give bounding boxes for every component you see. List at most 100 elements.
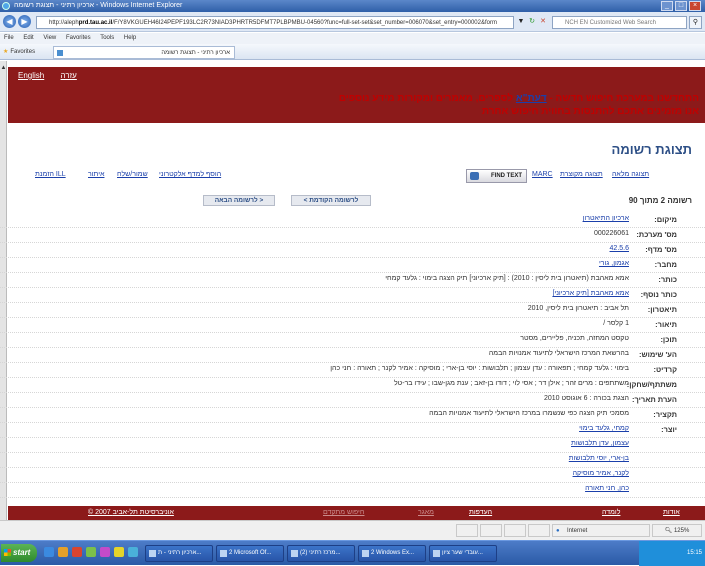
next-record-button[interactable]: לרשומה הבאה > <box>203 195 275 206</box>
app-quicklaunch-icon[interactable] <box>86 547 96 557</box>
status-cell <box>528 524 550 537</box>
record-field-label: כותר: <box>658 275 677 284</box>
announcement: התחדשנו במערכת חיפוש חדשה - דעת"א לספרים… <box>139 92 699 118</box>
app-quicklaunch-icon[interactable] <box>72 547 82 557</box>
copyright: © 2007 אוניברסיטת תל-אביב <box>88 509 174 516</box>
record-field-link[interactable]: קמחי, גלעד בימוי <box>579 425 629 432</box>
app-quicklaunch-icon[interactable] <box>100 547 110 557</box>
zoom-level: 125% <box>673 528 690 534</box>
taskbar-item[interactable]: (2) מרכז רתיני... <box>287 545 355 562</box>
window-titlebar: ארכיון רתיני - תצוגת רשומה - Windows Int… <box>0 0 705 12</box>
web-search-input[interactable]: NCH EN Customized Web Search <box>552 16 687 29</box>
record-field-link[interactable]: ארכיון התיאטרון <box>583 215 629 222</box>
record-row: כהן, חני תאורה <box>0 481 705 498</box>
record-field-link[interactable]: אמא מאהבת [תיק ארכיוני] <box>552 290 629 297</box>
maximize-button[interactable]: □ <box>675 1 687 11</box>
prev-record-button[interactable]: < לרשומה הקודמת <box>291 195 371 206</box>
page-content: ▲ English עזרה התחדשנו במערכת חיפוש חדשה… <box>0 61 705 520</box>
record-field-label: מחבר: <box>654 260 677 269</box>
find-text-button[interactable]: FIND TEXT <box>466 169 527 183</box>
back-icon[interactable]: ◀ <box>3 15 16 28</box>
status-cell <box>456 524 478 537</box>
record-field-value: מסמכי תיק הצגה כפי שנשמרו במרכז הישראלי … <box>429 410 629 417</box>
zoom-icon: 🔍︎ <box>664 528 673 534</box>
taskbar-item[interactable]: 2 Windows Ex... <box>358 545 426 562</box>
menu-help[interactable]: Help <box>124 35 136 41</box>
record-field-label: מס' מדף: <box>645 245 677 254</box>
record-field-label: תיאור: <box>655 320 677 329</box>
record-field-link[interactable]: 42.5.6 <box>610 245 629 252</box>
save-mail-link[interactable]: שמור/שלח <box>117 171 148 178</box>
footer-about[interactable]: אודות <box>663 506 680 520</box>
globe-icon: ● <box>556 528 560 534</box>
zone-indicator[interactable]: ● Internet <box>552 524 650 537</box>
app-quicklaunch-icon[interactable] <box>128 547 138 557</box>
ie-quicklaunch-icon[interactable] <box>44 547 54 557</box>
record-field-link[interactable]: לקנר, אמיר מוסיקה <box>573 470 629 477</box>
record-field-label: תיאטרון: <box>647 305 677 314</box>
record-field-label: תוכן: <box>660 335 677 344</box>
clock[interactable]: 15:15 <box>687 550 702 556</box>
menu-favorites[interactable]: Favorites <box>66 35 91 41</box>
record-toolbar: הזמנת ILL איתור שמור/שלח הוסף למדף אלקטר… <box>0 168 705 184</box>
status-cell <box>504 524 526 537</box>
status-cell <box>480 524 502 537</box>
favorites-button[interactable]: Favorites <box>3 44 35 60</box>
record-field-link[interactable]: אגמון, גורי <box>599 260 629 267</box>
record-field-label: קרדיט: <box>653 365 677 374</box>
daat-link[interactable]: דעת"א <box>516 93 547 104</box>
app-quicklaunch-icon[interactable] <box>114 547 124 557</box>
forward-icon[interactable]: ▶ <box>18 15 31 28</box>
footer-preferences[interactable]: העדפות <box>469 506 492 520</box>
taskbar-item[interactable]: ארכיון רתיני - ת... <box>145 545 213 562</box>
record-field-label: הערת תאריך: <box>631 395 677 404</box>
tab-page-icon <box>57 50 63 56</box>
status-bar: ● Internet 🔍︎ 125% <box>0 520 705 540</box>
record-field-link[interactable]: עצמון, עדן תלבושות <box>571 440 629 447</box>
footer-tutorial[interactable]: לומדה <box>602 506 620 520</box>
help-link[interactable]: עזרה <box>60 71 76 80</box>
close-button[interactable]: × <box>689 1 701 11</box>
footer-databases[interactable]: מאגר <box>418 506 434 520</box>
browser-tab[interactable]: ארכיון רתיני - תצוגת רשומה <box>53 46 235 59</box>
stop-icon[interactable]: ✕ <box>538 16 548 29</box>
add-to-shelf-link[interactable]: הוסף למדף אלקטרוני <box>159 171 221 178</box>
english-link[interactable]: English <box>18 71 44 80</box>
scroll-up-icon[interactable]: ▲ <box>0 65 7 72</box>
taskbar-item[interactable]: 2 Microsoft Of... <box>216 545 284 562</box>
full-view-link[interactable]: תצוגה מלאה <box>612 171 649 178</box>
menu-edit[interactable]: Edit <box>23 35 33 41</box>
url-dropdown-icon[interactable]: ▼ <box>516 16 526 29</box>
record-field-label: מס' מערכת: <box>636 230 677 239</box>
taskbar-item[interactable]: עובדי שער ציון... <box>429 545 497 562</box>
short-view-link[interactable]: תצוגה מקוצרת <box>560 171 603 178</box>
marc-view-link[interactable]: MARC <box>532 171 553 178</box>
record-navigation: לרשומה הבאה > < לרשומה הקודמת <box>0 194 705 208</box>
menu-file[interactable]: File <box>4 35 14 41</box>
folder-quicklaunch-icon[interactable] <box>58 547 68 557</box>
menu-tools[interactable]: Tools <box>100 35 114 41</box>
record-field-label: תקציר: <box>653 410 677 419</box>
search-icon[interactable]: ⚲ <box>689 16 702 29</box>
zoom-control[interactable]: 🔍︎ 125% <box>652 524 702 537</box>
record-field-label: כותר נוסף: <box>640 290 677 299</box>
menu-view[interactable]: View <box>43 35 56 41</box>
address-bar: ◀ ▶ http://alephprd.tau.ac.il/F/Y8VKGUEH… <box>0 12 705 32</box>
record-field-label: יוצר: <box>661 425 677 434</box>
minimize-button[interactable]: _ <box>661 1 673 11</box>
footer-bar: © 2007 אוניברסיטת תל-אביב חיפוש מתקדם מא… <box>8 506 705 520</box>
zone-label: Internet <box>567 528 588 534</box>
refresh-icon[interactable]: ↻ <box>527 16 537 29</box>
locate-link[interactable]: איתור <box>88 171 104 178</box>
record-field-link[interactable]: כהן, חני תאורה <box>585 485 629 492</box>
ie-icon <box>2 2 10 10</box>
menu-bar: File Edit View Favorites Tools Help <box>0 33 705 44</box>
footer-advanced-search[interactable]: חיפוש מתקדם <box>323 506 364 520</box>
ill-order-link[interactable]: הזמנת ILL <box>35 171 66 178</box>
record-field-link[interactable]: בן-ארי, יוסי תלבושות <box>569 455 629 462</box>
record-field-value: אמא מאהבת (תיאטרון בית ליסין : 2010) : [… <box>385 275 629 282</box>
announcement-line2: אנו מזמינים אתכם להתנסות בחווית חיפוש אח… <box>481 106 699 117</box>
start-button[interactable]: start <box>1 544 37 562</box>
url-field[interactable]: http://alephprd.tau.ac.il/F/Y8VKGUEH46I2… <box>36 16 514 29</box>
record-field-label: הע' שימוש: <box>639 350 677 359</box>
